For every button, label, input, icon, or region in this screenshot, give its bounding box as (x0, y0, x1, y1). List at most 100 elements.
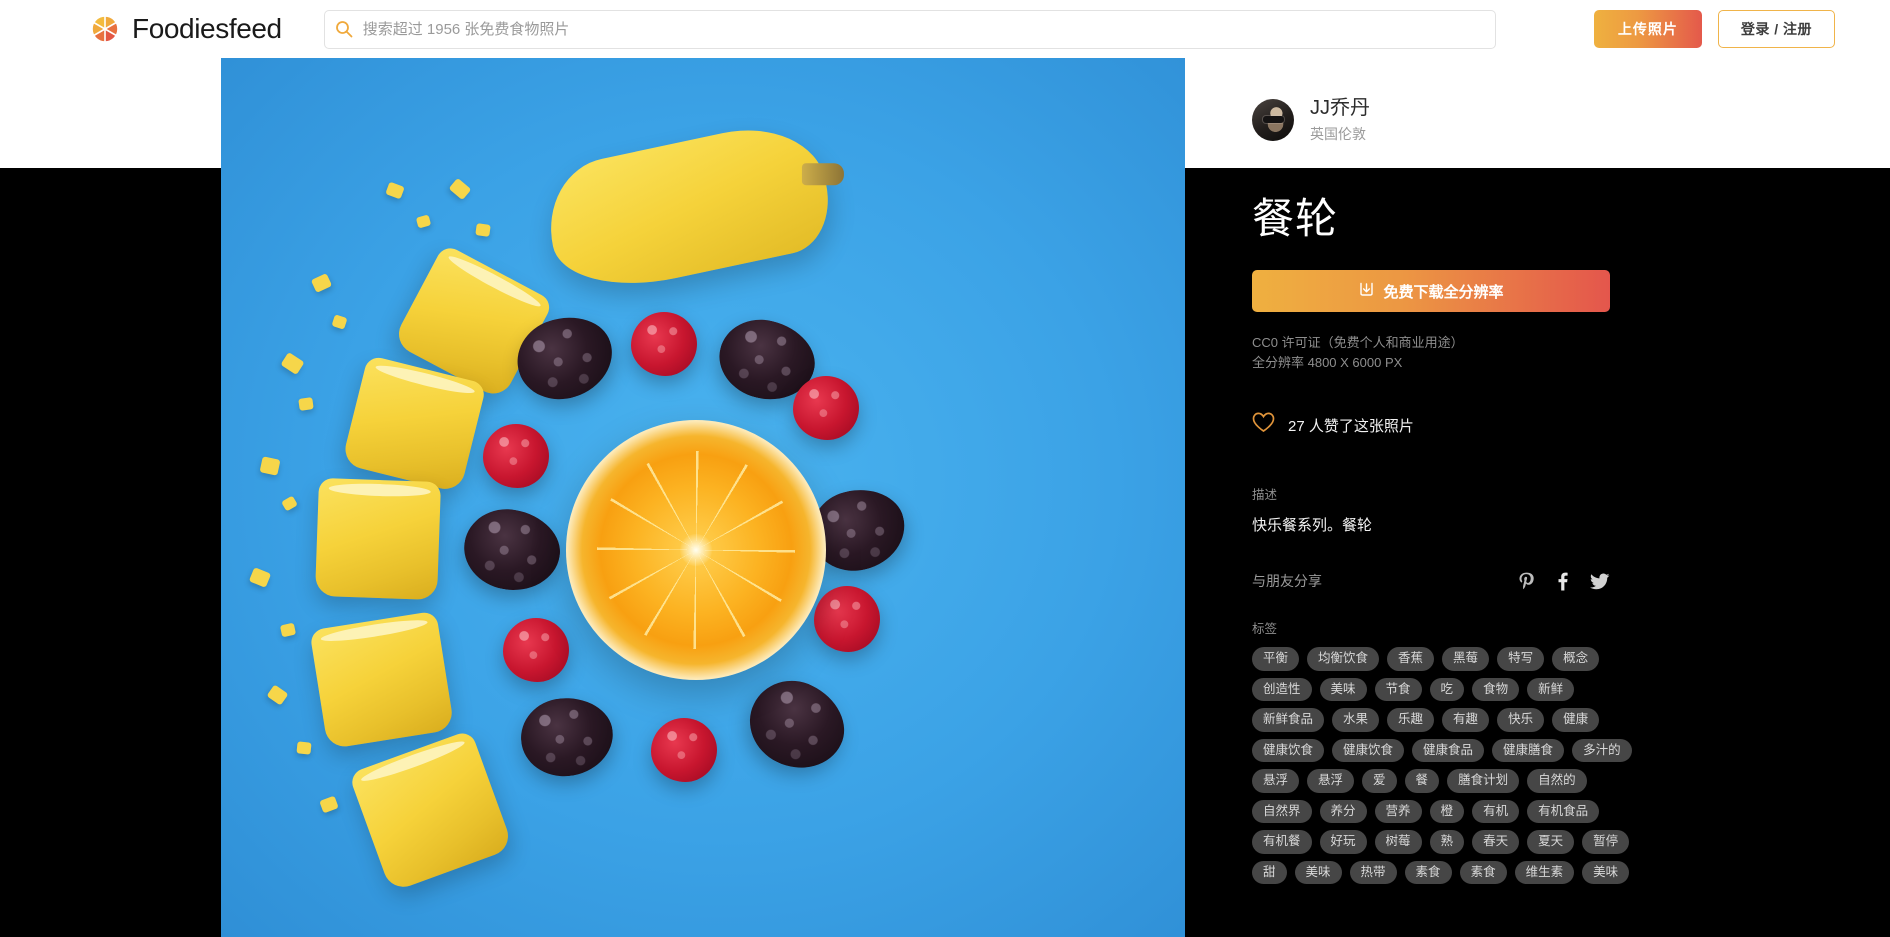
tag-chip[interactable]: 自然的 (1527, 769, 1587, 793)
tag-chip[interactable]: 吃 (1429, 677, 1465, 702)
fruit-crumb (385, 181, 405, 200)
tag-chip[interactable]: 食物 (1472, 677, 1520, 702)
tag-chip[interactable]: 熟 (1429, 830, 1465, 854)
fruit-banana-whole (537, 114, 844, 302)
fruit-blackberry (735, 666, 859, 784)
tag-chip[interactable]: 营养 (1374, 799, 1422, 824)
aperture-logo-icon (90, 14, 120, 44)
download-button-label: 免费下载全分辨率 (1383, 283, 1504, 301)
fruit-crumb (259, 456, 281, 476)
tags-list: 平衡 均衡饮食 香蕉 黑莓 特写 概念 创造性 美味 节食吃食物 新鲜 新鲜食品 水果 乐趣 有趣 快乐 健康… (1252, 647, 1652, 885)
header-actions: 上传照片 登录 / 注册 (1593, 10, 1835, 48)
tag-chip[interactable]: 维生素 (1514, 860, 1575, 885)
detail-sidebar: JJ乔丹 英国伦敦 餐轮 免费下载全分辨率 CC0 许可证（免费个人和商业用途）… (1252, 0, 1890, 937)
tag-chip[interactable]: 悬浮 (1307, 769, 1355, 793)
fruit-crumb (448, 177, 472, 201)
heart-icon[interactable] (1252, 412, 1275, 438)
tag-chip[interactable]: 有机餐 (1252, 830, 1312, 854)
fruit-crumb (281, 495, 298, 512)
tag-chip[interactable]: 香蕉 (1387, 647, 1435, 671)
pinterest-icon[interactable] (1518, 572, 1535, 591)
tag-chip[interactable]: 美味 (1582, 860, 1630, 885)
share-block: 与朋友分享 (1252, 571, 1610, 591)
tag-chip[interactable]: 暂停 (1582, 830, 1630, 854)
tag-chip[interactable]: 橙 (1429, 799, 1465, 824)
tag-chip[interactable]: 素食 (1459, 860, 1507, 885)
fruit-crumb (310, 273, 333, 293)
page-title: 餐轮 (1252, 195, 1339, 242)
license-line-1: CC0 许可证（免费个人和商业用途） (1252, 335, 1464, 351)
author-block[interactable]: JJ乔丹 英国伦敦 (1252, 96, 1370, 144)
tag-chip[interactable]: 爱 (1362, 769, 1397, 793)
fruit-crumb (279, 622, 297, 638)
search-bar[interactable] (323, 9, 1496, 49)
tag-chip[interactable]: 悬浮 (1252, 769, 1300, 793)
tag-chip[interactable]: 健康饮食 (1252, 738, 1325, 763)
top-header: Foodiesfeed 上传照片 登录 / 注册 (0, 0, 1890, 58)
fruit-crumb (331, 314, 348, 330)
tag-chip[interactable]: 树莓 (1374, 830, 1422, 854)
photo-viewer[interactable] (221, 58, 1185, 937)
share-icons (1518, 572, 1610, 591)
search-input[interactable] (362, 10, 1495, 48)
tag-chip[interactable]: 甜 (1252, 860, 1287, 885)
tag-chip[interactable]: 素食 (1404, 860, 1452, 885)
tag-chip[interactable]: 自然界 (1252, 799, 1312, 824)
twitter-icon[interactable] (1590, 573, 1610, 590)
license-info: CC0 许可证（免费个人和商业用途） 全分辨率 4800 X 6000 PX (1252, 333, 1890, 373)
login-register-button[interactable]: 登录 / 注册 (1717, 10, 1835, 48)
sidebar-body: 餐轮 免费下载全分辨率 CC0 许可证（免费个人和商业用途） 全分辨率 4800… (1252, 168, 1890, 937)
fruit-crumb (415, 214, 432, 229)
tag-chip[interactable]: 多汁的 (1572, 738, 1632, 763)
upload-photo-button[interactable]: 上传照片 (1593, 10, 1702, 48)
fruit-banana-chunk (309, 610, 455, 750)
fruit-raspberry (651, 718, 717, 782)
brand-logo[interactable]: Foodiesfeed (90, 13, 282, 45)
tag-chip[interactable]: 养分 (1319, 799, 1367, 824)
fruit-banana-chunk (314, 477, 442, 601)
tag-chip[interactable]: 餐 (1404, 769, 1440, 793)
tag-chip[interactable]: 有机食品 (1527, 799, 1600, 824)
fruit-raspberry (503, 618, 569, 682)
download-button[interactable]: 免费下载全分辨率 (1252, 270, 1610, 313)
download-icon (1358, 281, 1375, 302)
tag-chip[interactable]: 新鲜 (1527, 677, 1575, 702)
tag-chip[interactable]: 有趣 (1442, 708, 1490, 732)
tag-chip[interactable]: 健康食品 (1412, 738, 1485, 763)
fruit-raspberry (793, 376, 859, 440)
fruit-crumb (248, 567, 272, 588)
likes-count-text: 27 人赞了这张照片 (1288, 417, 1414, 435)
brand-name: Foodiesfeed (132, 13, 282, 44)
fruit-crumb (475, 223, 491, 237)
fruit-orange-slice (566, 420, 826, 680)
tag-chip[interactable]: 春天 (1472, 830, 1520, 854)
tag-chip[interactable]: 创造性 (1252, 677, 1312, 702)
author-name: JJ乔丹 (1310, 97, 1370, 119)
likes-block[interactable]: 27 人赞了这张照片 (1252, 412, 1890, 438)
description-text: 快乐餐系列。餐轮 (1252, 517, 1373, 535)
tag-chip[interactable]: 节食 (1374, 677, 1422, 702)
tag-chip[interactable]: 水果 (1332, 708, 1380, 732)
tag-chip[interactable]: 好玩 (1319, 830, 1367, 854)
tag-chip[interactable]: 平衡 (1252, 647, 1300, 671)
tag-chip[interactable]: 乐趣 (1387, 708, 1435, 732)
tag-chip[interactable]: 健康饮食 (1332, 738, 1405, 763)
fruit-blackberry (457, 502, 567, 598)
tag-chip[interactable]: 黑莓 (1442, 647, 1490, 671)
tag-chip[interactable]: 健康 (1552, 708, 1600, 732)
tag-chip[interactable]: 膳食计划 (1447, 769, 1520, 793)
tag-chip[interactable]: 夏天 (1527, 830, 1575, 854)
tag-chip[interactable]: 健康膳食 (1492, 738, 1565, 763)
search-icon (325, 11, 363, 48)
facebook-icon[interactable] (1557, 572, 1568, 591)
tag-chip[interactable]: 均衡饮食 (1307, 647, 1380, 671)
tag-chip[interactable]: 美味 (1319, 677, 1367, 702)
tag-chip[interactable]: 有机 (1472, 799, 1520, 824)
tag-chip[interactable]: 美味 (1294, 860, 1342, 885)
tag-chip[interactable]: 特写 (1497, 647, 1545, 671)
tag-chip[interactable]: 热带 (1349, 860, 1397, 885)
tag-chip[interactable]: 概念 (1552, 647, 1600, 671)
tag-chip[interactable]: 新鲜食品 (1252, 708, 1325, 732)
tag-chip[interactable]: 快乐 (1497, 708, 1545, 732)
fruit-crumb (296, 741, 312, 755)
